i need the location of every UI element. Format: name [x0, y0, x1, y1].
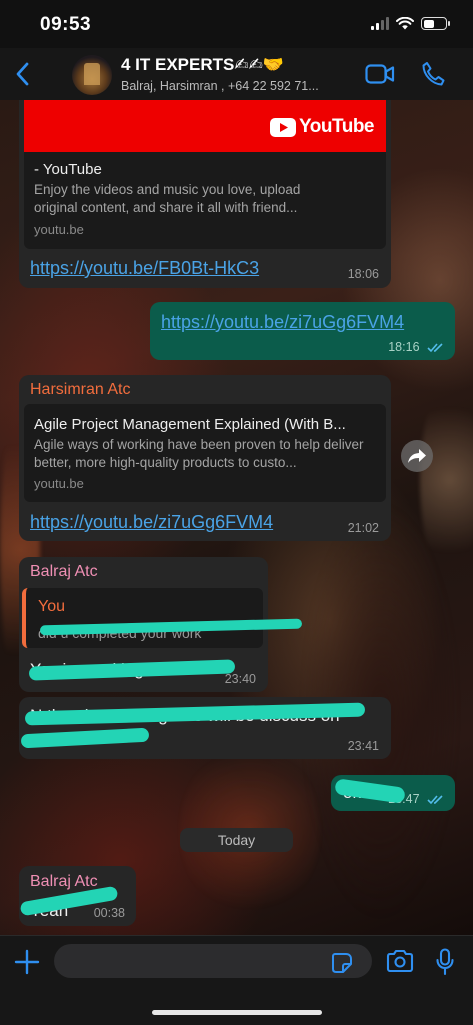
link-preview[interactable]: YouTube - YouTube Enjoy the videos and m…	[24, 100, 386, 249]
message-outgoing-link[interactable]: https://youtu.be/zi7uGg6FVM4 18:16	[150, 302, 455, 360]
sender-name[interactable]: Harsimran Atc	[30, 381, 130, 399]
status-icons	[371, 17, 450, 30]
message-time: 18:06	[347, 267, 379, 281]
forward-button[interactable]	[401, 440, 433, 472]
youtube-thumbnail: YouTube	[24, 100, 386, 152]
microphone-icon[interactable]	[436, 948, 454, 976]
message-time: 23:41	[347, 739, 379, 753]
preview-description: Enjoy the videos and music you love, upl…	[34, 182, 301, 215]
youtube-logo: YouTube	[270, 116, 374, 138]
sender-name[interactable]: Balraj Atc	[30, 873, 98, 891]
message-outgoing-text[interactable]: ok 23:47	[331, 775, 455, 811]
message-time: 00:38	[93, 906, 125, 920]
sender-name[interactable]: Balraj Atc	[30, 563, 98, 581]
preview-title: - YouTube	[34, 161, 102, 178]
group-members[interactable]: Balraj, Harsimran , +64 22 592 71...	[121, 79, 319, 93]
preview-title: Agile Project Management Explained (With…	[34, 416, 346, 433]
quote-author: You	[38, 598, 65, 615]
status-bar: 09:53	[0, 0, 473, 48]
home-indicator	[152, 1010, 322, 1015]
plus-icon[interactable]	[14, 949, 40, 975]
message-time: 18:16	[388, 340, 445, 354]
group-title[interactable]: 4 IT EXPERTS✍✍🤝	[121, 55, 284, 75]
message-incoming-agile[interactable]: Harsimran Atc Agile Project Management E…	[19, 375, 391, 541]
message-link[interactable]: https://youtu.be/FB0Bt-HkC3	[30, 258, 259, 279]
read-ticks-icon	[427, 795, 443, 804]
preview-host: youtu.be	[34, 476, 84, 491]
preview-description: Agile ways of working have been proven t…	[34, 437, 364, 470]
message-time: 23:40	[224, 672, 256, 686]
video-call-icon[interactable]	[365, 63, 395, 85]
phone-icon[interactable]	[421, 61, 445, 87]
message-incoming-text[interactable]: N then lot off things we will be discuss…	[19, 697, 391, 759]
group-avatar[interactable]	[72, 55, 112, 95]
chat-header: 4 IT EXPERTS✍✍🤝 Balraj, Harsimran , +64 …	[0, 48, 473, 101]
message-link[interactable]: https://youtu.be/zi7uGg6FVM4	[161, 312, 404, 333]
forward-icon	[408, 449, 426, 463]
sticker-icon[interactable]	[331, 952, 353, 974]
preview-host: youtu.be	[34, 222, 84, 237]
read-ticks-icon	[427, 343, 443, 352]
message-time: 21:02	[347, 521, 379, 535]
message-link[interactable]: https://youtu.be/zi7uGg6FVM4	[30, 512, 273, 533]
message-incoming-reply[interactable]: Balraj Atc You did u completed your work…	[19, 557, 303, 692]
status-time: 09:53	[40, 14, 92, 35]
link-preview[interactable]: Agile Project Management Explained (With…	[24, 404, 386, 502]
wifi-icon	[396, 17, 414, 30]
message-incoming-youtube[interactable]: YouTube - YouTube Enjoy the videos and m…	[19, 100, 391, 288]
message-input[interactable]	[54, 944, 372, 978]
composer-bar	[0, 935, 473, 1025]
battery-icon	[421, 17, 450, 30]
message-incoming-text[interactable]: Balraj Atc Yeah 00:38	[19, 866, 136, 926]
youtube-play-icon	[270, 117, 297, 137]
back-chevron-icon[interactable]	[12, 60, 34, 88]
date-divider: Today	[180, 828, 293, 852]
quoted-message[interactable]: You did u completed your work	[22, 588, 303, 648]
cellular-signal-icon	[371, 17, 389, 30]
camera-icon[interactable]	[386, 949, 414, 973]
